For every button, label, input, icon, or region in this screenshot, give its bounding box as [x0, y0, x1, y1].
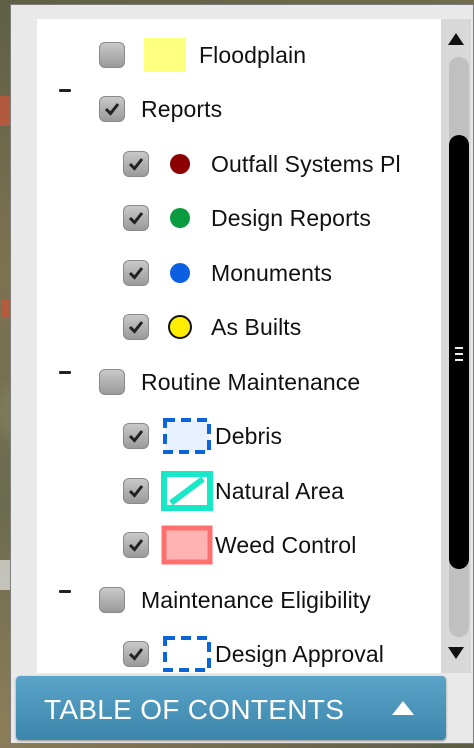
collapse-icon[interactable]	[59, 371, 71, 374]
checkbox-design-approval[interactable]	[123, 641, 149, 667]
toc-item-label: Maintenance Eligibility	[141, 586, 371, 613]
checkbox-maintenance-eligibility[interactable]	[99, 587, 125, 613]
toc-item-label: As Builts	[211, 313, 302, 340]
collapse-icon[interactable]	[59, 89, 71, 92]
toc-item-as-builts: As Builts	[123, 307, 301, 347]
yellow-ring-icon	[165, 312, 195, 342]
triangle-up-icon	[448, 33, 464, 45]
checkbox-as-builts[interactable]	[123, 314, 149, 340]
toc-item-routine-maintenance: Routine Maintenance	[99, 362, 360, 402]
vertical-scrollbar[interactable]	[441, 19, 471, 673]
toc-item-monuments: Monuments	[123, 253, 332, 293]
collapse-icon[interactable]	[59, 590, 71, 593]
toc-item-natural-area: Natural Area	[123, 471, 344, 511]
scroll-down-button[interactable]	[441, 633, 471, 673]
toc-item-label: Routine Maintenance	[141, 368, 361, 395]
checkbox-outfall-systems[interactable]	[123, 151, 149, 177]
dashed-box-icon	[161, 634, 213, 673]
green-dot-icon	[165, 203, 195, 233]
hatched-box-icon	[161, 471, 213, 511]
toc-item-design-approval: Design Approval	[123, 634, 384, 673]
grip-icon	[455, 347, 463, 361]
checkbox-monuments[interactable]	[123, 260, 149, 286]
toc-item-label: Design Approval	[215, 640, 384, 667]
toc-item-design-reports: Design Reports	[123, 198, 371, 238]
checkbox-natural-area[interactable]	[123, 478, 149, 504]
toc-item-maintenance-eligibility: Maintenance Eligibility	[99, 580, 371, 620]
checkbox-floodplain[interactable]	[99, 42, 125, 68]
toc-item-label: Weed Control	[215, 531, 357, 558]
checkbox-routine-maintenance[interactable]	[99, 369, 125, 395]
blue-dot-icon	[165, 258, 195, 288]
toc-toggle-button[interactable]	[388, 696, 418, 720]
toc-item-label: Debris	[215, 422, 283, 449]
toc-item-label: Outfall Systems Pl	[211, 150, 401, 177]
toc-item-label: Monuments	[211, 259, 333, 286]
checkbox-weed-control[interactable]	[123, 532, 149, 558]
checkbox-debris[interactable]	[123, 423, 149, 449]
triangle-up-icon	[392, 701, 414, 715]
toc-title: TABLE OF CONTENTS	[44, 694, 345, 725]
triangle-down-icon	[448, 647, 464, 659]
toc-item-floodplain: Floodplain	[99, 35, 306, 75]
scroll-up-button[interactable]	[441, 19, 471, 59]
toc-item-label: Natural Area	[215, 477, 345, 504]
toc-item-label: Floodplain	[199, 41, 307, 68]
toc-item-outfall-systems: Outfall Systems Pl	[123, 144, 401, 184]
table-of-contents-panel: Floodplain Reports Outfall Systems Pl De…	[10, 4, 474, 744]
toc-item-weed-control: Weed Control	[123, 525, 356, 565]
checkbox-design-reports[interactable]	[123, 205, 149, 231]
toc-item-label: Design Reports	[211, 204, 371, 231]
scroll-track-upper[interactable]	[449, 57, 469, 147]
pink-box-icon	[161, 525, 213, 565]
toc-item-label: Reports	[141, 95, 223, 122]
toc-item-debris: Debris	[123, 416, 282, 456]
yellow-square-icon	[143, 37, 187, 73]
table-of-contents-header-bar[interactable]: TABLE OF CONTENTS	[16, 676, 446, 740]
dark-red-dot-icon	[165, 149, 195, 179]
toc-layer-list: Floodplain Reports Outfall Systems Pl De…	[37, 19, 441, 673]
dashed-box-icon	[161, 416, 213, 456]
checkbox-reports[interactable]	[99, 96, 125, 122]
toc-item-reports: Reports	[99, 89, 222, 129]
